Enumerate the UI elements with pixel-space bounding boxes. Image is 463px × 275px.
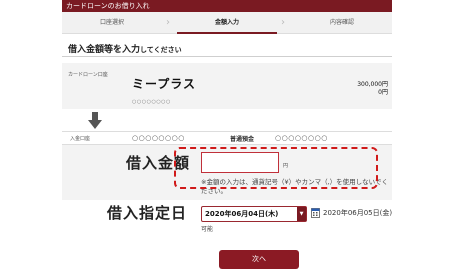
- date-select-value: 2020年06月04日(木): [205, 210, 279, 218]
- arrow-down-icon: [88, 112, 102, 129]
- step-amount-input: 金額入力: [177, 12, 277, 34]
- loan-account-name: ミープラス: [132, 77, 197, 91]
- step-indicator: 口座選択 › 金額入力 › 内容確認: [62, 12, 392, 34]
- deposit-account-label: 入金口座: [70, 136, 91, 142]
- calendar-icon[interactable]: [311, 207, 320, 218]
- loan-account-label: カードローン口座: [68, 72, 108, 78]
- chevron-down-icon: ▼: [297, 207, 306, 221]
- deposit-bank-name: ○○○○○○○○: [132, 134, 185, 142]
- highlight-box: [174, 147, 378, 189]
- chevron-right-icon: ›: [166, 17, 170, 28]
- app-frame: カードローンのお借り入れ 口座選択 › 金額入力 › 内容確認 借入金額等を入力…: [62, 0, 392, 275]
- step-confirm: 内容確認: [329, 19, 354, 26]
- next-button[interactable]: 次へ: [219, 250, 299, 269]
- date-deadline-text: 2020年06月05日(金)まで: [323, 209, 392, 217]
- deposit-account-type: 普通預金: [230, 136, 255, 143]
- deposit-account-row: 入金口座 ○○○○○○○○ 普通預金 ○○○○○○○○: [62, 131, 392, 145]
- page-title: 借入金額等を入力してください: [68, 42, 182, 55]
- date-note: 可能: [201, 226, 214, 233]
- date-label: 借入指定日: [107, 204, 188, 222]
- loan-account-row: カードローン口座 ミープラス ○○○○○○○○ 300,000円 0円: [62, 63, 392, 109]
- divider: [62, 56, 392, 57]
- deposit-account-number: ○○○○○○○○: [275, 134, 328, 142]
- date-select[interactable]: 2020年06月04日(木) ▼: [201, 206, 307, 222]
- step-account-select: 口座選択: [99, 19, 124, 26]
- page-title-suffix: してください: [140, 46, 182, 54]
- loan-account-number: ○○○○○○○○: [132, 99, 171, 105]
- page-title-main: 借入金額等を入力: [68, 45, 141, 55]
- loan-balance-amount: 0円: [378, 89, 388, 96]
- window-title: カードローンのお借り入れ: [62, 0, 392, 12]
- chevron-right-icon: ›: [281, 17, 285, 28]
